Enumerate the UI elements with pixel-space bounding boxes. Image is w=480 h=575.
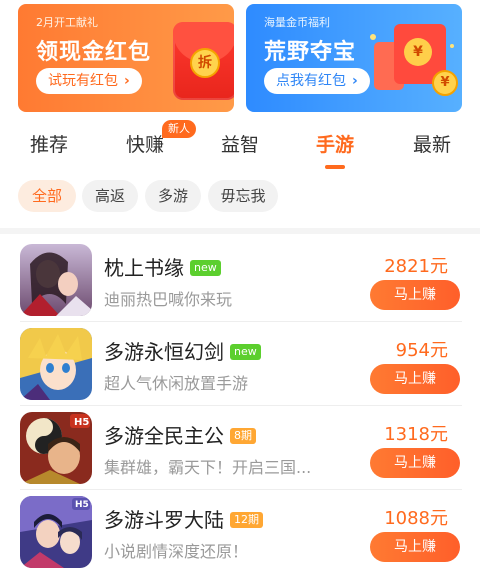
- game-description: 集群雄，霸天下！开启三国...: [104, 458, 312, 477]
- list-item[interactable]: 枕上书缘 new 迪丽热巴喊你来玩 2821元 马上赚: [0, 238, 480, 322]
- game-icon: H5: [20, 412, 92, 484]
- sparkle-icon: [370, 34, 376, 40]
- reward-amount: 1088元: [384, 508, 448, 529]
- reward-amount: 2821元: [384, 256, 448, 277]
- game-title: 多游斗罗大陆 12期: [104, 504, 263, 533]
- banner-left-button-label: 试玩有红包: [48, 73, 118, 89]
- period-tag: 12期: [230, 511, 263, 528]
- list-item[interactable]: H5 多游斗罗大陆 12期 小说剧情深度还原！ 1088元 马上赚: [0, 490, 480, 574]
- banner-row: 2月开工献礼 领现金红包 试玩有红包 › 拆 海量金币福利 荒野夺宝 点我有红包 ›…: [0, 0, 480, 118]
- tab-quick-earn[interactable]: 快赚: [126, 130, 164, 157]
- list-item[interactable]: H5 多游全民主公 8期 集群雄，霸天下！开启三国... 1318元 马上赚: [0, 406, 480, 490]
- game-icon: [20, 328, 92, 400]
- list-item[interactable]: 多游永恒幻剑 new 超人气休闲放置手游 954元 马上赚: [0, 322, 480, 406]
- section-divider: [0, 228, 480, 234]
- coin-icon: 拆: [190, 48, 220, 78]
- reward-amount: 954元: [395, 340, 448, 361]
- new-user-badge: 新人: [162, 120, 196, 138]
- banner-left-button[interactable]: 试玩有红包 ›: [36, 68, 142, 94]
- svg-text:H5: H5: [74, 417, 89, 428]
- filter-chips: 全部 高返 多游 毋忘我: [0, 178, 480, 218]
- banner-right-subtitle: 海量金币福利: [264, 16, 330, 29]
- tab-puzzle[interactable]: 益智: [221, 130, 259, 157]
- tab-recommend[interactable]: 推荐: [30, 130, 68, 157]
- banner-right-title: 荒野夺宝: [264, 40, 357, 65]
- game-description: 迪丽热巴喊你来玩: [104, 290, 233, 309]
- filter-duoyou[interactable]: 多游: [145, 180, 201, 212]
- coin-icon: ¥: [432, 70, 458, 96]
- game-title: 多游全民主公 8期: [104, 420, 256, 449]
- chevron-right-icon: ›: [352, 73, 358, 89]
- category-tabs: 推荐 快赚 新人 益智 手游 最新: [0, 118, 480, 170]
- svg-text:H5: H5: [75, 500, 89, 510]
- game-description: 超人气休闲放置手游: [104, 374, 249, 393]
- earn-now-button[interactable]: 马上赚: [370, 448, 460, 478]
- game-title: 枕上书缘 new: [104, 252, 221, 281]
- banner-right-button[interactable]: 点我有红包 ›: [264, 68, 370, 94]
- earn-now-button[interactable]: 马上赚: [370, 364, 460, 394]
- reward-amount: 1318元: [384, 424, 448, 445]
- game-title: 多游永恒幻剑 new: [104, 336, 261, 365]
- game-description: 小说剧情深度还原！: [104, 542, 249, 561]
- red-envelope-icon: 拆: [173, 22, 234, 100]
- banner-left-title: 领现金红包: [36, 40, 152, 65]
- sparkle-icon: [450, 44, 454, 48]
- banner-left-subtitle: 2月开工献礼: [36, 16, 98, 29]
- earn-now-button[interactable]: 马上赚: [370, 532, 460, 562]
- filter-all[interactable]: 全部: [18, 180, 76, 212]
- new-tag: new: [190, 259, 221, 276]
- active-tab-indicator: [325, 165, 345, 169]
- game-icon: H5: [20, 496, 92, 568]
- game-icon: [20, 244, 92, 316]
- tab-latest[interactable]: 最新: [413, 130, 451, 157]
- chevron-right-icon: ›: [124, 73, 130, 89]
- banner-right-button-label: 点我有红包: [276, 73, 346, 89]
- period-tag: 8期: [230, 427, 256, 444]
- tab-mobile-games[interactable]: 手游: [316, 130, 354, 157]
- filter-wuwangwo[interactable]: 毋忘我: [208, 180, 278, 212]
- banner-red-envelope[interactable]: 2月开工献礼 领现金红包 试玩有红包 › 拆: [18, 4, 234, 112]
- coin-icon: ¥: [404, 38, 432, 66]
- filter-high-return[interactable]: 高返: [82, 180, 138, 212]
- earn-now-button[interactable]: 马上赚: [370, 280, 460, 310]
- banner-treasure[interactable]: 海量金币福利 荒野夺宝 点我有红包 › ¥ ¥: [246, 4, 462, 112]
- new-tag: new: [230, 343, 261, 360]
